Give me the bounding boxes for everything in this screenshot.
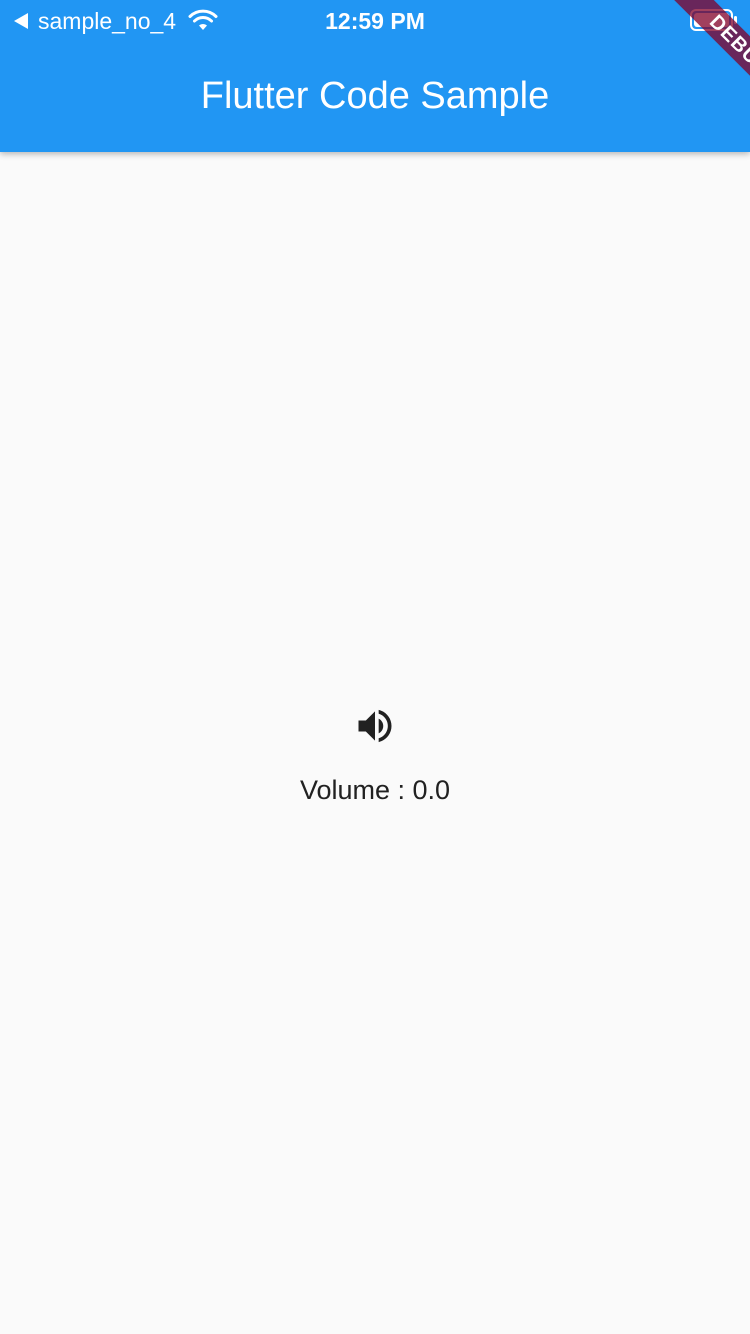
volume-up-icon (358, 709, 392, 743)
app-bar: sample_no_4 12:59 PM Flutter Code Sample (0, 0, 750, 152)
status-time: 12:59 PM (325, 8, 425, 34)
volume-label: Volume : 0.0 (299, 775, 451, 805)
page-title: Flutter Code Sample (200, 75, 550, 117)
volume-display: Volume : 0.0 (0, 704, 750, 807)
battery-icon (690, 9, 737, 31)
main-content: Volume : 0.0 (0, 152, 750, 1334)
status-bar: sample_no_4 12:59 PM (0, 0, 750, 40)
